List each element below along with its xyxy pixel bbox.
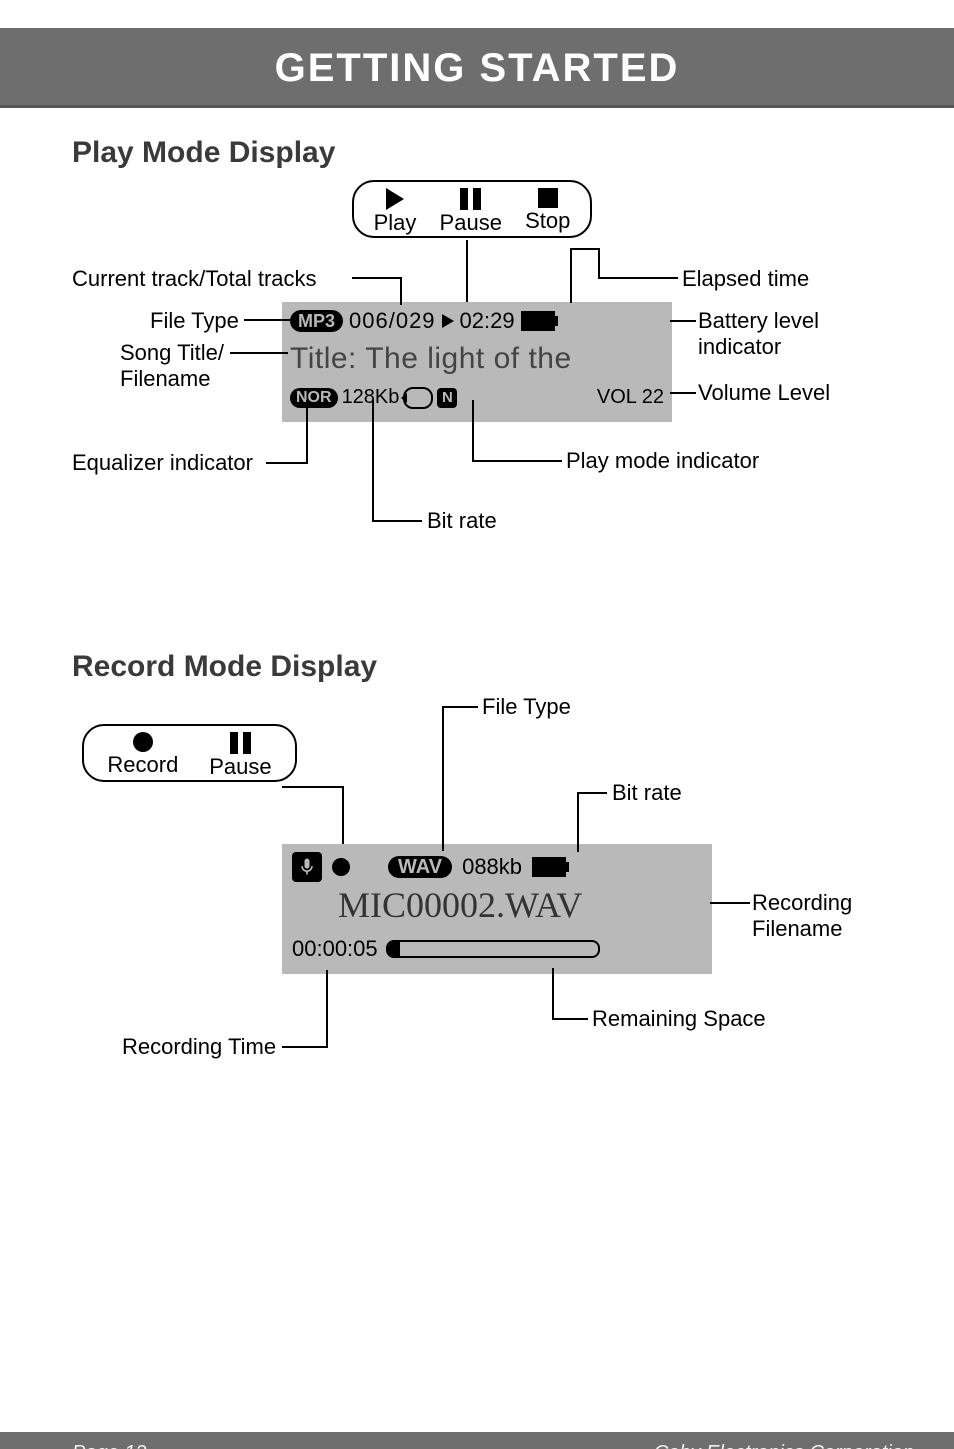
battery-icon [521,311,555,331]
stop-label: Stop [525,210,570,232]
eq-badge: NOR [290,388,338,408]
play-controls-bubble: Play Pause Stop [352,180,592,238]
stop-icon [538,188,558,208]
label-song-title-l1: Song Title/ [120,340,224,366]
record-section-title: Record Mode Display [72,650,954,684]
play-lcd: MP3 006/029 02:29 Title: The light of th… [282,302,672,422]
filetype-badge: MP3 [290,310,343,332]
pause-item: Pause [440,188,502,234]
label-rec-file-type: File Type [482,694,571,720]
label-rec-remaining: Remaining Space [592,1006,766,1032]
footer-page: Page 12 [72,1442,147,1449]
record-label: Record [107,754,178,776]
battery-icon-rec [532,857,566,877]
label-rec-filename-l2: Filename [752,916,842,942]
filetype-badge-rec: WAV [388,856,452,878]
record-controls-bubble: Record Pause [82,724,297,782]
record-item: Record [107,732,178,776]
label-battery-l2: indicator [698,334,781,360]
label-rec-bitrate: Bit rate [612,780,682,806]
label-rec-time: Recording Time [122,1034,276,1060]
label-battery-l1: Battery level [698,308,819,334]
label-eq: Equalizer indicator [72,450,253,476]
bitrate-value: 128Kb [342,386,400,409]
play-mode-diagram: Play Pause Stop MP3 006/029 02:29 Title:… [72,180,882,560]
label-rec-filename-l1: Recording [752,890,852,916]
label-playmode: Play mode indicator [566,448,759,474]
pause-item-rec: Pause [209,732,271,778]
footer-company: Coby Electronics Corporation [654,1442,914,1449]
bitrate-rec: 088kb [462,854,522,880]
pause-icon [460,188,481,210]
track-counter: 006/029 [349,308,436,334]
play-icon [386,188,404,210]
record-icon [133,732,153,752]
label-song-title-l2: Filename [120,366,210,392]
play-label: Play [374,212,417,234]
mic-icon [292,852,322,882]
page-header: GETTING STARTED [0,28,954,108]
play-section-title: Play Mode Display [72,136,954,170]
label-current-total: Current track/Total tracks [72,266,317,292]
label-volume: Volume Level [698,380,830,406]
playmode-n: N [437,388,457,408]
play-item: Play [374,188,417,234]
pause-icon [230,732,251,754]
volume-value: VOL 22 [597,386,664,409]
song-title: Title: The light of the [290,342,572,376]
elapsed-time: 02:29 [460,308,515,334]
remaining-space-bar [386,940,600,958]
label-bitrate: Bit rate [427,508,497,534]
playing-icon [442,314,454,328]
pause-label-rec: Pause [209,756,271,778]
label-elapsed: Elapsed time [682,266,809,292]
pause-label: Pause [440,212,502,234]
repeat-icon [403,387,433,409]
label-file-type: File Type [150,308,239,334]
stop-item: Stop [525,188,570,232]
record-lcd: WAV 088kb MIC00002.WAV 00:00:05 [282,844,712,974]
record-mode-diagram: Record Pause WAV 088kb MIC00002.WAV 00:0… [72,694,882,1074]
recording-time: 00:00:05 [292,936,378,962]
recording-filename: MIC00002.WAV [338,884,582,926]
page-footer: Page 12 Coby Electronics Corporation [0,1432,954,1449]
recording-icon [332,858,350,876]
